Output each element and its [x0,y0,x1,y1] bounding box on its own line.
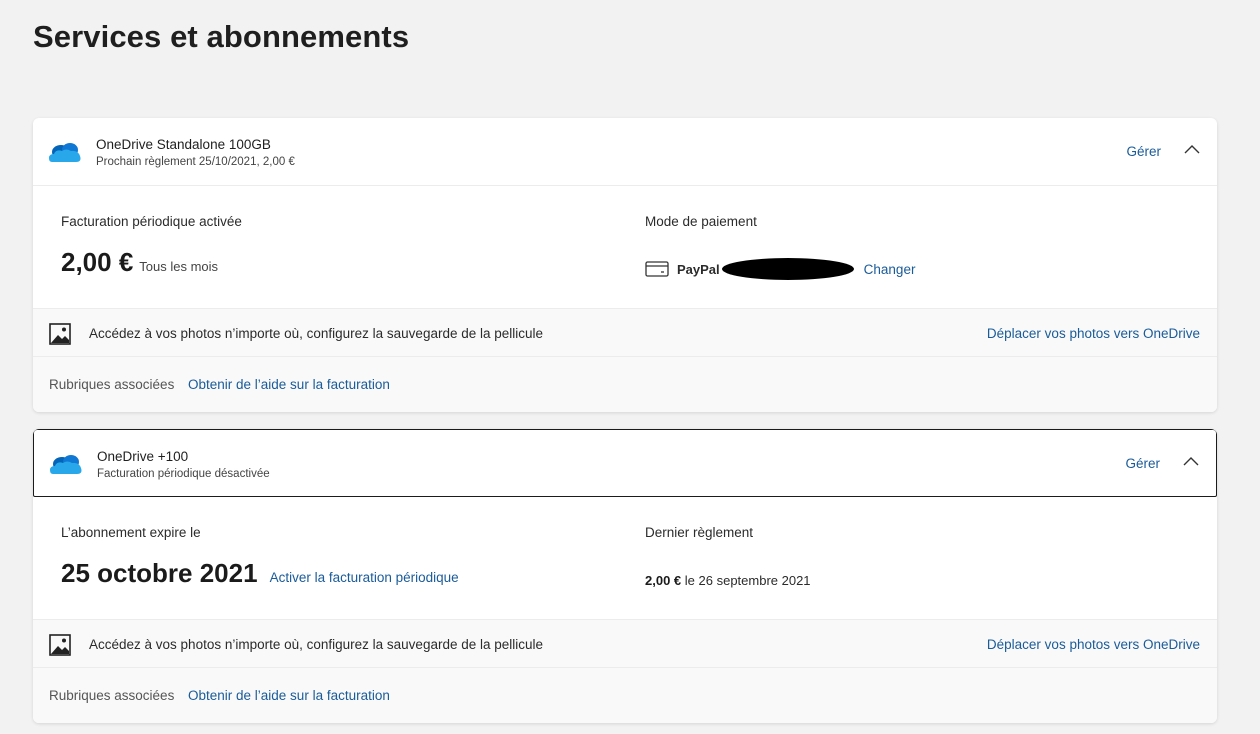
subscription-header[interactable]: OneDrive Standalone 100GB Prochain règle… [33,118,1217,186]
subscription-card-onedrive-standalone: OneDrive Standalone 100GB Prochain règle… [33,118,1217,412]
price-value: 2,00 € [61,247,134,277]
subscription-card-onedrive-plus100: OneDrive +100 Facturation périodique dés… [33,429,1217,723]
expiry-date: 25 octobre 2021 [61,558,258,588]
chevron-up-icon[interactable] [1184,144,1200,154]
photo-icon [49,323,71,345]
subscription-name: OneDrive Standalone 100GB [96,137,271,152]
change-payment-link[interactable]: Changer [864,262,916,277]
page-title: Services et abonnements [33,19,410,54]
last-payment-date: le 26 septembre 2021 [684,573,811,588]
payment-section: Mode de paiement PayPal Changer [645,214,915,280]
activate-billing-link[interactable]: Activer la facturation périodique [270,570,459,585]
promo-text: Accédez à vos photos n’importe où, confi… [89,326,544,341]
chevron-up-icon[interactable] [1183,456,1199,466]
photo-icon [49,634,71,656]
subscription-detail: Facturation périodique désactivée [97,468,270,480]
related-topics-label: Rubriques associées [49,377,175,392]
expiry-section: L’abonnement expire le 25 octobre 2021 A… [61,525,459,589]
billing-status-label: Facturation périodique activée [61,214,242,229]
related-topics-row: Rubriques associées Obtenir de l’aide su… [33,357,1217,412]
subscription-body: L’abonnement expire le 25 octobre 2021 A… [33,497,1217,619]
price-period: Tous les mois [139,259,219,274]
billing-help-link[interactable]: Obtenir de l’aide sur la facturation [188,688,390,703]
redacted-account [721,258,854,280]
payment-method-name: PayPal [677,261,720,277]
move-photos-link[interactable]: Déplacer vos photos vers OneDrive [987,326,1200,341]
payment-method-label: Mode de paiement [645,214,757,229]
last-payment-amount: 2,00 € [645,573,682,588]
billing-section: Facturation périodique activée 2,00 € To… [61,214,242,278]
manage-link[interactable]: Gérer [1125,456,1160,471]
promo-text: Accédez à vos photos n’importe où, confi… [89,637,544,652]
subscription-name: OneDrive +100 [97,449,189,464]
promo-row: Accédez à vos photos n’importe où, confi… [33,619,1217,668]
related-topics-label: Rubriques associées [49,688,175,703]
credit-card-icon [645,261,669,277]
subscription-body: Facturation périodique activée 2,00 € To… [33,186,1217,308]
related-topics-row: Rubriques associées Obtenir de l’aide su… [33,668,1217,723]
onedrive-cloud-icon [50,455,82,474]
expiry-label: L’abonnement expire le [61,525,201,540]
move-photos-link[interactable]: Déplacer vos photos vers OneDrive [987,637,1200,652]
subscription-detail: Prochain règlement 25/10/2021, 2,00 € [96,156,295,168]
last-payment-section: Dernier règlement 2,00 € le 26 septembre… [645,525,811,588]
manage-link[interactable]: Gérer [1126,144,1161,159]
billing-help-link[interactable]: Obtenir de l’aide sur la facturation [188,377,390,392]
last-payment-label: Dernier règlement [645,525,754,540]
onedrive-cloud-icon [49,143,81,162]
subscription-header[interactable]: OneDrive +100 Facturation périodique dés… [33,429,1217,497]
promo-row: Accédez à vos photos n’importe où, confi… [33,308,1217,357]
